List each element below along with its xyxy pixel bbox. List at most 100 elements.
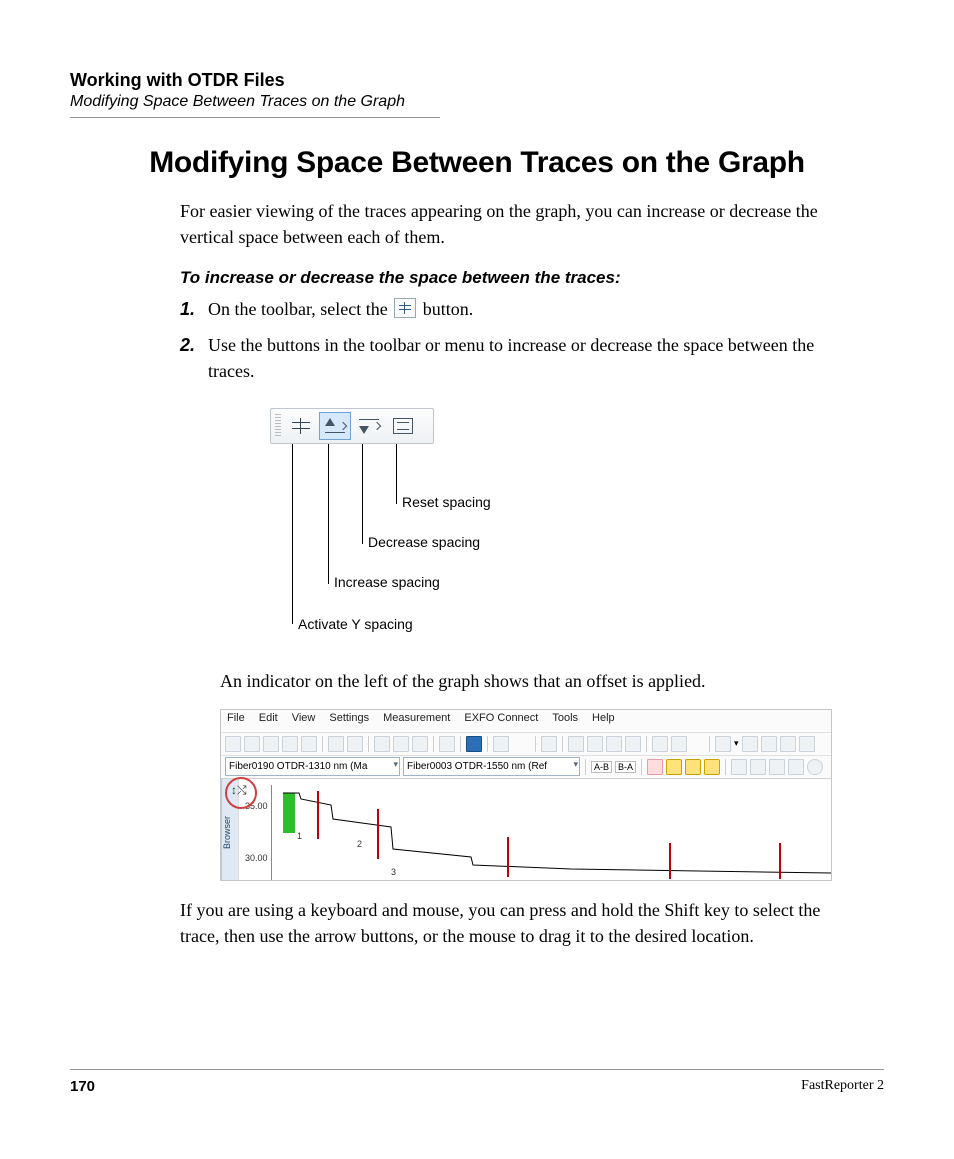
event-marker (317, 791, 319, 839)
separator-icon (585, 759, 586, 775)
callout-leader (396, 444, 397, 504)
page-icon[interactable] (742, 736, 758, 752)
b-minus-a-button[interactable]: B-A (615, 761, 636, 773)
event-marker (507, 837, 509, 877)
indicator-paragraph: An indicator on the left of the graph sh… (220, 668, 844, 694)
callout-leader (292, 444, 293, 624)
separator-icon (460, 736, 461, 752)
procedure-heading: To increase or decrease the space betwee… (180, 268, 844, 288)
toolbar-grip-icon (275, 414, 281, 438)
lock-icon[interactable] (704, 759, 720, 775)
activate-y-spacing-button[interactable] (285, 412, 317, 440)
callout-activate: Activate Y spacing (298, 616, 413, 632)
export-icon[interactable] (541, 736, 557, 752)
event-marker (779, 843, 781, 879)
menu-bar: File Edit View Settings Measurement EXFO… (221, 710, 831, 732)
menu-exfo-connect[interactable]: EXFO Connect (464, 712, 538, 732)
cut-icon[interactable] (374, 736, 390, 752)
exfo-icon[interactable] (466, 736, 482, 752)
document-page: Working with OTDR Files Modifying Space … (0, 0, 954, 1159)
section-breadcrumb: Modifying Space Between Traces on the Gr… (70, 93, 884, 111)
toolbar-row-2: Fiber0190 OTDR-1310 nm (Ma Fiber0003 OTD… (221, 755, 831, 778)
doc-icon[interactable] (625, 736, 641, 752)
open-folder-icon[interactable] (263, 736, 279, 752)
page-icon[interactable] (761, 736, 777, 752)
separator-icon (725, 759, 726, 775)
separator-icon (646, 736, 647, 752)
callout-increase: Increase spacing (334, 574, 440, 590)
callout-decrease: Decrease spacing (368, 534, 480, 550)
closing-paragraph: If you are using a keyboard and mouse, y… (180, 897, 844, 949)
event-label: 1 (297, 831, 302, 841)
lock-icon[interactable] (685, 759, 701, 775)
menu-edit[interactable]: Edit (259, 712, 278, 732)
doc-icon[interactable] (587, 736, 603, 752)
menu-tools[interactable]: Tools (552, 712, 578, 732)
lock-icon[interactable] (666, 759, 682, 775)
offset-highlight-circle (225, 777, 257, 809)
event-marker (669, 843, 671, 879)
save-all-icon[interactable] (301, 736, 317, 752)
step-2: Use the buttons in the toolbar or menu t… (208, 332, 844, 384)
separator-icon (433, 736, 434, 752)
print-icon[interactable] (328, 736, 344, 752)
reset-spacing-button[interactable] (387, 412, 419, 440)
new-icon[interactable] (225, 736, 241, 752)
menu-help[interactable]: Help (592, 712, 615, 732)
intro-paragraph: For easier viewing of the traces appeari… (180, 198, 844, 250)
zoom-out-icon[interactable] (769, 759, 785, 775)
ref-trace-combo[interactable]: Fiber0003 OTDR-1550 nm (Ref (403, 757, 580, 776)
trace-plot[interactable]: 35.00 30.00 1 2 3 ↕⤭ (238, 779, 831, 881)
doc-icon[interactable] (568, 736, 584, 752)
doc-icon[interactable] (652, 736, 668, 752)
step-1-text-a: On the toolbar, select the (208, 299, 392, 319)
toolbar-callout-diagram: Reset spacing Decrease spacing Increase … (210, 408, 820, 658)
step-1: On the toolbar, select the button. (208, 296, 844, 322)
callout-leader (328, 444, 329, 584)
help-icon[interactable] (493, 736, 509, 752)
callout-leader (362, 444, 363, 544)
doc-icon[interactable] (671, 736, 687, 752)
marker-split-icon[interactable] (647, 759, 663, 775)
menu-settings[interactable]: Settings (329, 712, 369, 732)
zoom-in-icon[interactable] (750, 759, 766, 775)
page-footer: 170 FastReporter 2 (70, 1069, 884, 1095)
separator-icon (562, 736, 563, 752)
decrease-spacing-button[interactable] (353, 412, 385, 440)
separator-icon (322, 736, 323, 752)
paste-icon[interactable] (412, 736, 428, 752)
refresh-icon[interactable] (439, 736, 455, 752)
a-minus-b-button[interactable]: A-B (591, 761, 612, 773)
report-icon[interactable] (715, 736, 731, 752)
separator-icon (368, 736, 369, 752)
menu-measurement[interactable]: Measurement (383, 712, 450, 732)
menu-view[interactable]: View (292, 712, 316, 732)
grid-icon[interactable] (788, 759, 804, 775)
info-icon[interactable] (807, 759, 823, 775)
print-preview-icon[interactable] (347, 736, 363, 752)
doc-icon[interactable] (606, 736, 622, 752)
increase-spacing-button[interactable] (319, 412, 351, 440)
open-icon[interactable] (244, 736, 260, 752)
event-label: 2 (357, 839, 362, 849)
procedure-steps: On the toolbar, select the button. Use t… (180, 296, 844, 384)
separator-icon (487, 736, 488, 752)
toolbar-row-1: ▾ (221, 732, 831, 755)
application-screenshot: File Edit View Settings Measurement EXFO… (220, 709, 832, 881)
callout-reset: Reset spacing (402, 494, 491, 510)
spacing-toolbar (270, 408, 434, 444)
zoom-icon[interactable] (731, 759, 747, 775)
dropdown-caret-icon[interactable]: ▾ (734, 738, 739, 749)
product-name: FastReporter 2 (801, 1078, 884, 1095)
copy-icon[interactable] (393, 736, 409, 752)
page-icon[interactable] (780, 736, 796, 752)
main-trace-combo[interactable]: Fiber0190 OTDR-1310 nm (Ma (225, 757, 400, 776)
menu-file[interactable]: File (227, 712, 245, 732)
page-number: 170 (70, 1078, 95, 1095)
graph-area: Browser 35.00 30.00 1 2 3 (221, 778, 831, 881)
save-icon[interactable] (282, 736, 298, 752)
otdr-trace (271, 779, 831, 881)
header-rule (70, 117, 440, 118)
y-tick-label: 30.00 (245, 853, 268, 863)
page-icon[interactable] (799, 736, 815, 752)
